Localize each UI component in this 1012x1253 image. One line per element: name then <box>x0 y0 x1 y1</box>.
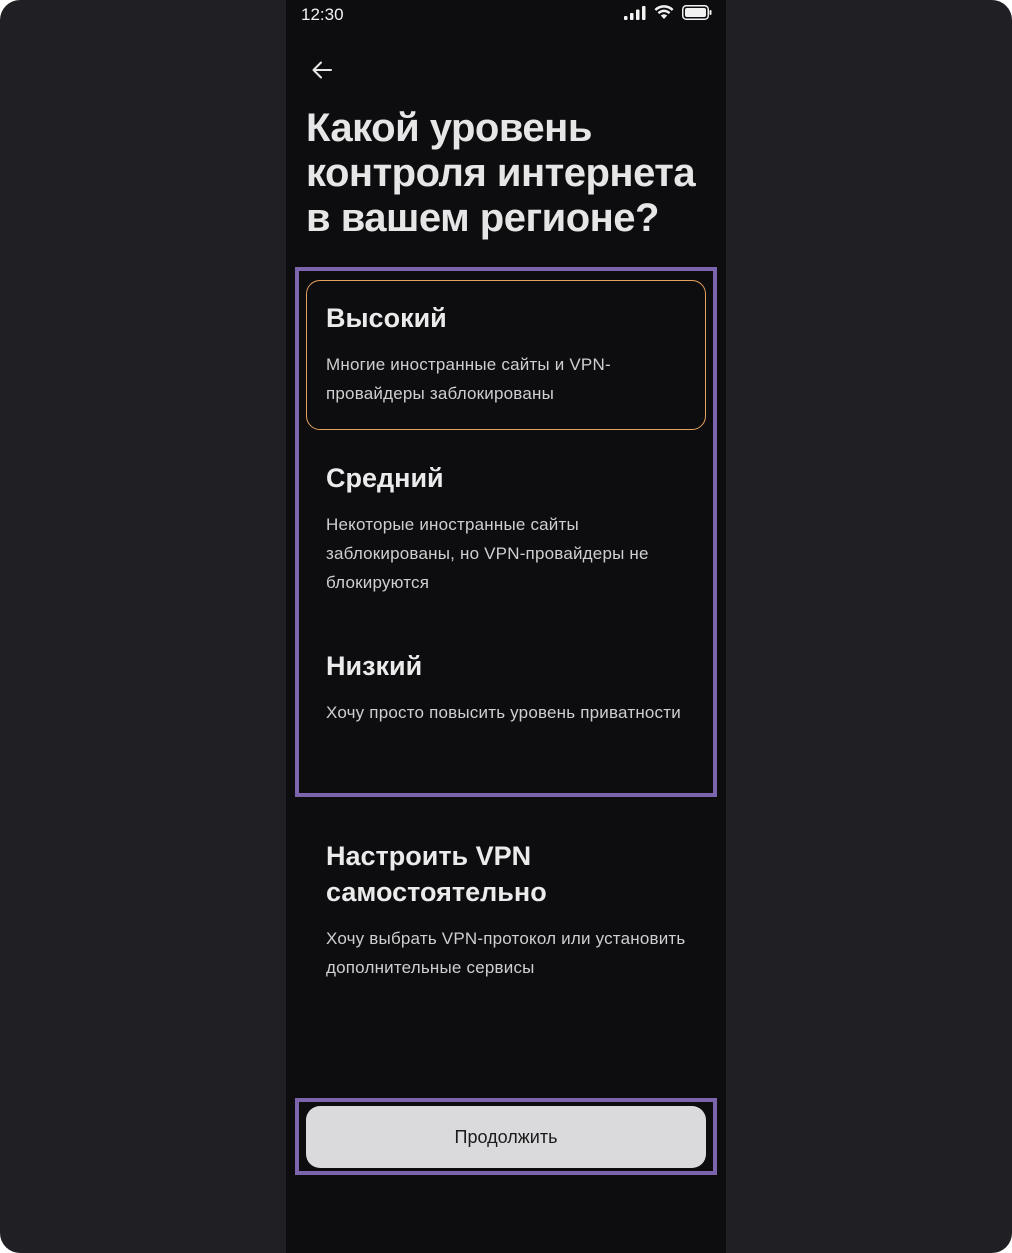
signal-icon <box>624 5 646 25</box>
battery-icon <box>682 5 712 25</box>
arrow-left-icon <box>311 60 333 85</box>
option-title: Высокий <box>326 303 447 333</box>
app-screen: 12:30 Какой уровень контроля интернета в… <box>286 0 726 1253</box>
page-title: Какой уровень контроля интернета в вашем… <box>306 106 696 240</box>
option-description: Некоторые иностранные сайты заблокирован… <box>326 515 649 592</box>
option-medium[interactable]: Средний Некоторые иностранные сайты забл… <box>306 440 706 615</box>
continue-button[interactable]: Продолжить <box>306 1106 706 1168</box>
option-description: Хочу просто повысить уровень приватности <box>326 703 681 722</box>
option-low[interactable]: Низкий Хочу просто повысить уровень прив… <box>306 628 706 745</box>
option-description: Хочу выбрать VPN-протокол или установить… <box>326 929 686 977</box>
status-bar: 12:30 <box>286 0 726 30</box>
option-high[interactable]: Высокий Многие иностранные сайты и VPN-п… <box>306 280 706 430</box>
status-icons <box>624 5 712 25</box>
device-frame: 12:30 Какой уровень контроля интернета в… <box>0 0 1012 1253</box>
option-title: Низкий <box>326 651 423 681</box>
status-time: 12:30 <box>301 5 344 24</box>
option-custom[interactable]: Настроить VPN самостоятельно Хочу выбрат… <box>306 818 706 1000</box>
wifi-icon <box>654 5 674 25</box>
option-title: Средний <box>326 463 444 493</box>
option-description: Многие иностранные сайты и VPN-провайдер… <box>326 355 611 403</box>
option-title: Настроить VPN самостоятельно <box>326 841 547 907</box>
back-button[interactable] <box>308 58 336 86</box>
